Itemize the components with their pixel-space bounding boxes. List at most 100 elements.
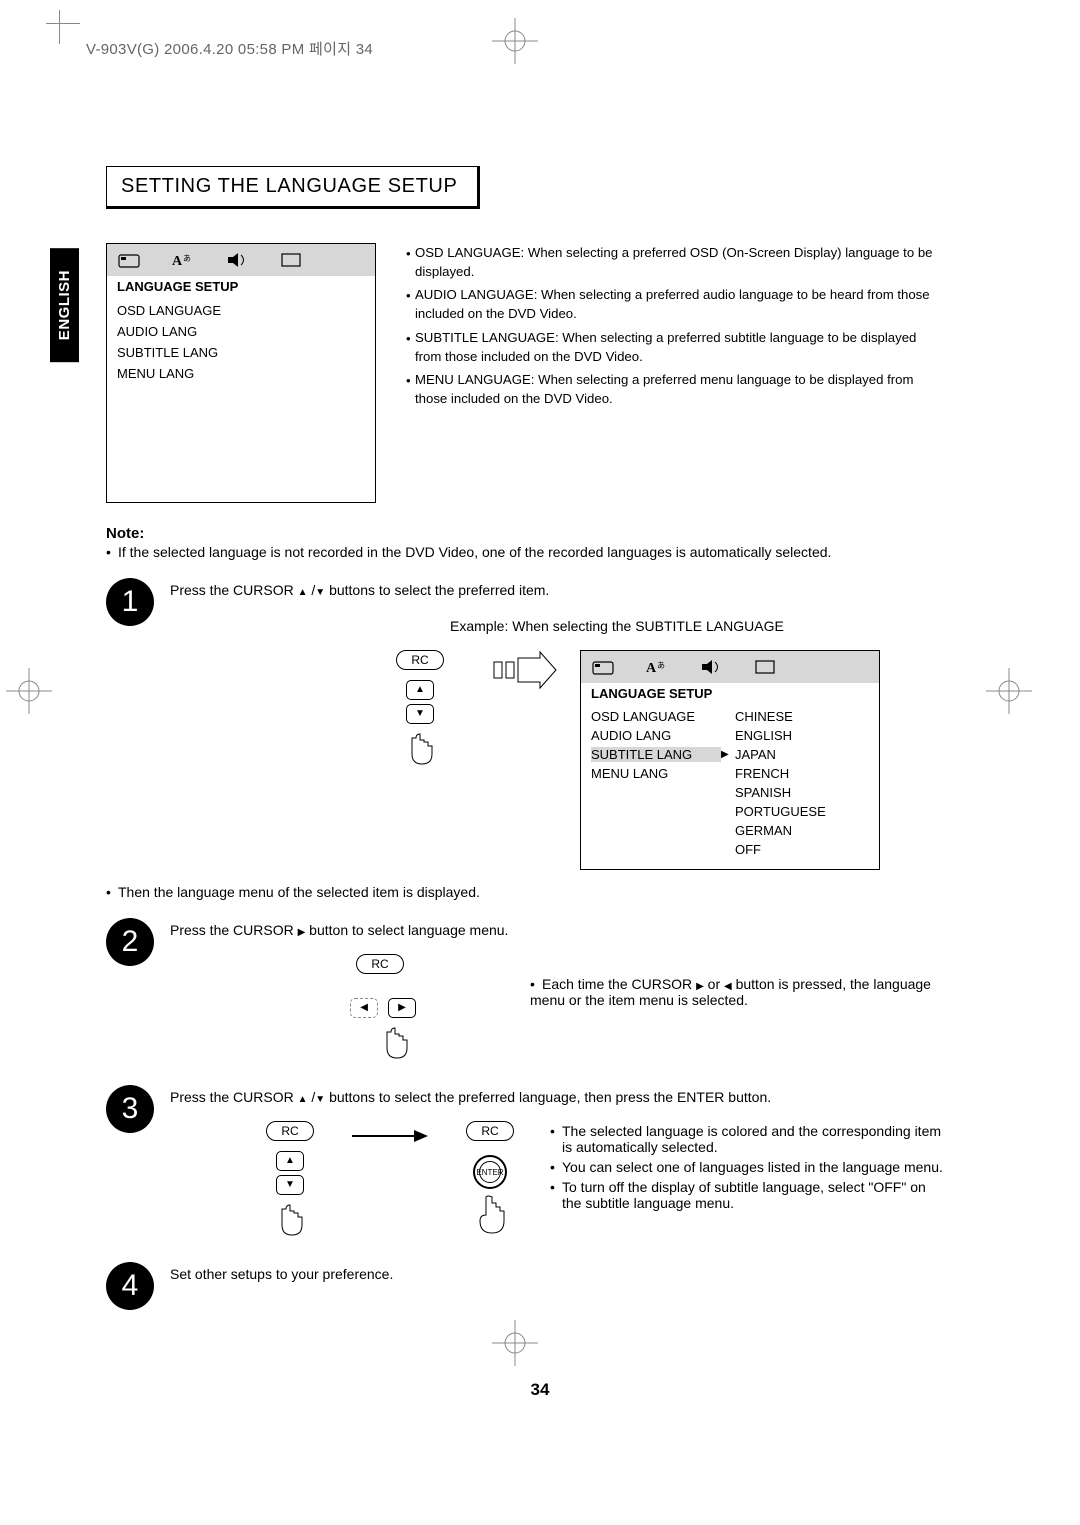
definition-label: OSD LANGUAGE: xyxy=(415,245,524,260)
step-text: Press the CURSOR xyxy=(170,922,298,938)
menu-value: CHINESE xyxy=(735,709,793,724)
menu-item: OSD LANGUAGE xyxy=(591,709,721,724)
up-arrow-icon: ▲ xyxy=(298,587,308,598)
list-item: OSD LANGUAGE xyxy=(117,300,365,321)
registration-mark-icon xyxy=(986,668,1032,714)
step-text: Press the CURSOR xyxy=(170,1089,298,1105)
definition-label: AUDIO LANGUAGE: xyxy=(415,287,537,302)
list-item: AUDIO LANG xyxy=(117,321,365,342)
down-arrow-icon: ▼ xyxy=(315,1094,325,1105)
cursor-up-key: ▲ xyxy=(276,1151,304,1171)
step-text: buttons to select the preferred item. xyxy=(325,582,549,598)
hand-pointer-icon xyxy=(472,1193,508,1240)
language-tab: ENGLISH xyxy=(50,248,79,362)
bullet-text: To turn off the display of subtitle lang… xyxy=(562,1179,946,1211)
svg-text:あ: あ xyxy=(183,254,191,263)
step-number: 3 xyxy=(106,1085,154,1133)
osd-menu-tabs: Aあ xyxy=(107,244,375,276)
cursor-left-key-ghost: ◀ xyxy=(350,998,378,1018)
rc-label: RC xyxy=(356,954,403,974)
menu-value: SPANISH xyxy=(735,785,791,800)
motion-arrow-icon xyxy=(490,650,560,693)
hand-pointer-icon xyxy=(272,1201,308,1244)
section-title: SETTING THE LANGUAGE SETUP xyxy=(106,166,480,209)
step-2: 2 Press the CURSOR ▶ button to select la… xyxy=(106,918,946,1067)
registration-mark-icon xyxy=(492,1320,538,1366)
list-item: MENU LANG xyxy=(117,363,365,384)
hand-pointer-icon xyxy=(377,1024,413,1067)
left-arrow-icon: ◀ xyxy=(724,981,732,992)
rc-label: RC xyxy=(396,650,443,670)
cursor-up-key: ▲ xyxy=(406,680,434,700)
up-arrow-icon: ▲ xyxy=(298,1094,308,1105)
content-area: SETTING THE LANGUAGE SETUP ENGLISH Aあ LA… xyxy=(106,166,946,1310)
note-body: If the selected language is not recorded… xyxy=(118,544,831,560)
arrow-right-icon xyxy=(350,1121,430,1153)
menu-value: PORTUGUESE xyxy=(735,804,826,819)
menu-item-selected: SUBTITLE LANG xyxy=(591,747,721,762)
osd-menu-preview: Aあ LANGUAGE SETUP OSD LANGUAGE AUDIO LAN… xyxy=(106,243,376,503)
tab-language-icon: Aあ xyxy=(645,658,671,676)
rc-label: RC xyxy=(466,1121,513,1141)
step-number: 2 xyxy=(106,918,154,966)
osd-menu-tabs: Aあ xyxy=(581,651,879,683)
tab-language-icon: Aあ xyxy=(171,251,197,269)
menu-value: JAPAN xyxy=(735,747,776,762)
remote-illustration: RC ▲ ▼ xyxy=(370,650,470,773)
page: V-903V(G) 2006.4.20 05:58 PM 페이지 34 SETT… xyxy=(46,10,1034,1460)
bullet-text: The selected language is colored and the… xyxy=(562,1123,946,1155)
step-4: 4 Set other setups to your preference. xyxy=(106,1262,946,1310)
note-heading: Note: xyxy=(106,525,946,542)
cursor-down-key: ▼ xyxy=(276,1175,304,1195)
menu-value: OFF xyxy=(735,842,761,857)
page-number: 34 xyxy=(531,1380,550,1400)
enter-key: ENTER xyxy=(473,1155,507,1189)
post-step1-text: Then the language menu of the selected i… xyxy=(118,884,480,900)
hand-pointer-icon xyxy=(402,730,438,773)
osd-menu-heading: LANGUAGE SETUP xyxy=(107,276,375,296)
example-label: Example: When selecting the SUBTITLE LAN… xyxy=(170,618,946,634)
osd-menu-example: Aあ LANGUAGE SETUP OSD LANGUAGE CHINESE AU… xyxy=(580,650,880,870)
menu-value: FRENCH xyxy=(735,766,789,781)
down-arrow-icon: ▼ xyxy=(315,587,325,598)
step-text: buttons to select the preferred language… xyxy=(325,1089,771,1105)
print-header: V-903V(G) 2006.4.20 05:58 PM 페이지 34 xyxy=(86,38,373,59)
menu-value: ENGLISH xyxy=(735,728,792,743)
svg-text:あ: あ xyxy=(657,661,665,670)
crop-mark xyxy=(46,10,60,44)
tab-general-icon xyxy=(117,251,143,269)
rc-label: RC xyxy=(266,1121,313,1141)
tab-general-icon xyxy=(591,658,617,676)
tab-audio-icon xyxy=(225,251,251,269)
step-3: 3 Press the CURSOR ▲ /▼ buttons to selec… xyxy=(106,1085,946,1244)
remote-illustration: RC ENTER xyxy=(450,1121,530,1240)
tab-audio-icon xyxy=(699,658,725,676)
bullet-text: You can select one of languages listed i… xyxy=(562,1159,943,1175)
remote-illustration: RC ▲ ▼ xyxy=(250,1121,330,1244)
menu-value: GERMAN xyxy=(735,823,792,838)
step2-side-text: Each time the CURSOR xyxy=(542,976,696,992)
step-1: 1 Press the CURSOR ▲ /▼ buttons to selec… xyxy=(106,578,946,870)
step-number: 1 xyxy=(106,578,154,626)
svg-text:A: A xyxy=(646,661,657,676)
osd-menu-heading: LANGUAGE SETUP xyxy=(581,683,879,703)
tab-video-icon xyxy=(753,658,779,676)
osd-menu-items: OSD LANGUAGE AUDIO LANG SUBTITLE LANG ME… xyxy=(107,296,375,394)
cursor-right-key: ▶ xyxy=(388,998,416,1018)
tab-video-icon xyxy=(279,251,305,269)
step2-side-text: or xyxy=(704,976,724,992)
right-arrow-icon: ▶ xyxy=(696,981,704,992)
step-text: Press the CURSOR xyxy=(170,582,298,598)
definition-label: MENU LANGUAGE: xyxy=(415,372,534,387)
menu-item: AUDIO LANG xyxy=(591,728,721,743)
definition-label: SUBTITLE LANGUAGE: xyxy=(415,330,559,345)
menu-item: MENU LANG xyxy=(591,766,721,781)
cursor-down-key: ▼ xyxy=(406,704,434,724)
definitions-list: •OSD LANGUAGE: When selecting a preferre… xyxy=(406,243,946,503)
step-text: button to select language menu. xyxy=(305,922,508,938)
pointer-right-icon: ▶ xyxy=(721,749,735,760)
list-item: SUBTITLE LANG xyxy=(117,342,365,363)
step-number: 4 xyxy=(106,1262,154,1310)
registration-mark-icon xyxy=(492,18,538,64)
remote-illustration: RC ◀ ▶ xyxy=(310,954,450,1067)
